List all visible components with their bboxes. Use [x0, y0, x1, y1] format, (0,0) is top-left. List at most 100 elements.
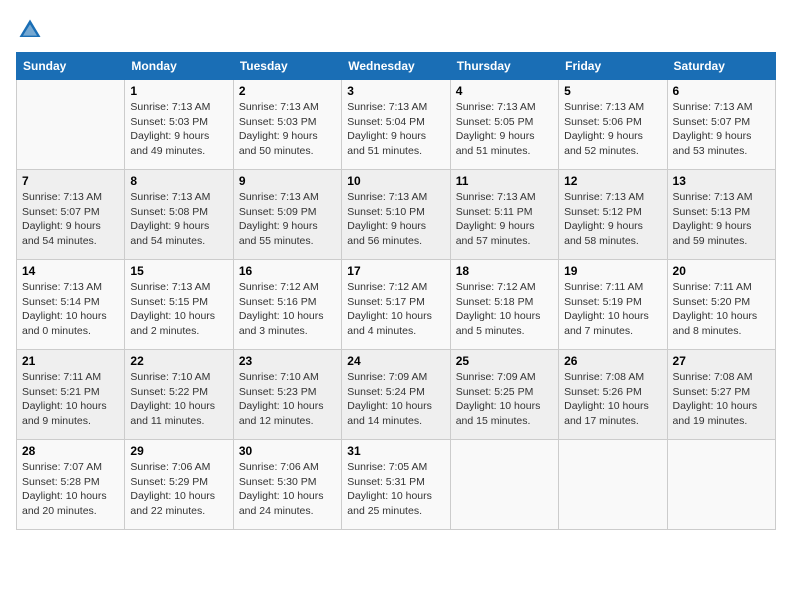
calendar-cell: 22Sunrise: 7:10 AM Sunset: 5:22 PM Dayli… [125, 350, 233, 440]
logo-icon [16, 16, 44, 44]
calendar-cell: 23 Sunrise: 7:10 AM Sunset: 5:23 PM Dayli… [233, 350, 341, 440]
calendar-cell: 13 Sunrise: 7:13 AM Sunset: 5:13 PM Dayli… [667, 170, 775, 260]
day-info: Sunrise: 7:13 AM Sunset: 5:05 PM Dayligh… [456, 100, 553, 159]
calendar-cell: 19 Sunrise: 7:11 AM Sunset: 5:19 PM Dayli… [559, 260, 667, 350]
day-number: 24 [347, 354, 444, 368]
day-number: 23 [239, 354, 336, 368]
day-info: Sunrise: 7:13 AM Sunset: 5:08 PM Dayligh… [130, 190, 227, 249]
calendar-cell [450, 440, 558, 530]
day-number: 12 [564, 174, 661, 188]
day-info: Sunrise: 7:10 AM Sunset: 5:23 PM Dayligh… [239, 370, 336, 429]
calendar-cell: 4 Sunrise: 7:13 AM Sunset: 5:05 PM Daylig… [450, 80, 558, 170]
day-info: Sunrise: 7:13 AM Sunset: 5:03 PM Dayligh… [239, 100, 336, 159]
day-number: 27 [673, 354, 770, 368]
day-info: Sunrise: 7:13 AM Sunset: 5:13 PM Dayligh… [673, 190, 770, 249]
calendar-cell: 11 Sunrise: 7:13 AM Sunset: 5:11 PM Dayli… [450, 170, 558, 260]
day-number: 10 [347, 174, 444, 188]
calendar-week-row: 28 Sunrise: 7:07 AM Sunset: 5:28 PM Dayli… [17, 440, 776, 530]
day-number: 19 [564, 264, 661, 278]
day-info: Sunrise: 7:13 AM Sunset: 5:07 PM Dayligh… [673, 100, 770, 159]
day-number: 13 [673, 174, 770, 188]
col-header-wednesday: Wednesday [342, 53, 450, 80]
day-number: 11 [456, 174, 553, 188]
day-number: 20 [673, 264, 770, 278]
day-number: 8 [130, 174, 227, 188]
col-header-monday: Monday [125, 53, 233, 80]
calendar-cell: 25 Sunrise: 7:09 AM Sunset: 5:25 PM Dayli… [450, 350, 558, 440]
calendar-table: SundayMondayTuesdayWednesdayThursdayFrid… [16, 52, 776, 530]
day-info: Sunrise: 7:12 AM Sunset: 5:16 PM Dayligh… [239, 280, 336, 339]
day-number: 30 [239, 444, 336, 458]
day-number: 22 [130, 354, 227, 368]
day-info: Sunrise: 7:11 AM Sunset: 5:20 PM Dayligh… [673, 280, 770, 339]
day-info: Sunrise: 7:13 AM Sunset: 5:07 PM Dayligh… [22, 190, 119, 249]
day-info: Sunrise: 7:13 AM Sunset: 5:11 PM Dayligh… [456, 190, 553, 249]
calendar-cell: 21Sunrise: 7:11 AM Sunset: 5:21 PM Dayli… [17, 350, 125, 440]
day-number: 1 [130, 84, 227, 98]
calendar-cell: 7Sunrise: 7:13 AM Sunset: 5:07 PM Daylig… [17, 170, 125, 260]
day-number: 29 [130, 444, 227, 458]
calendar-cell: 29 Sunrise: 7:06 AM Sunset: 5:29 PM Dayli… [125, 440, 233, 530]
calendar-cell: 12 Sunrise: 7:13 AM Sunset: 5:12 PM Dayli… [559, 170, 667, 260]
day-info: Sunrise: 7:12 AM Sunset: 5:17 PM Dayligh… [347, 280, 444, 339]
day-number: 15 [130, 264, 227, 278]
day-info: Sunrise: 7:05 AM Sunset: 5:31 PM Dayligh… [347, 460, 444, 519]
day-info: Sunrise: 7:13 AM Sunset: 5:06 PM Dayligh… [564, 100, 661, 159]
day-number: 31 [347, 444, 444, 458]
day-info: Sunrise: 7:13 AM Sunset: 5:15 PM Dayligh… [130, 280, 227, 339]
day-info: Sunrise: 7:09 AM Sunset: 5:25 PM Dayligh… [456, 370, 553, 429]
day-info: Sunrise: 7:11 AM Sunset: 5:21 PM Dayligh… [22, 370, 119, 429]
calendar-cell [17, 80, 125, 170]
logo [16, 16, 46, 44]
col-header-saturday: Saturday [667, 53, 775, 80]
calendar-cell: 26 Sunrise: 7:08 AM Sunset: 5:26 PM Dayli… [559, 350, 667, 440]
day-info: Sunrise: 7:13 AM Sunset: 5:04 PM Dayligh… [347, 100, 444, 159]
page-header [16, 16, 776, 44]
calendar-week-row: 1 Sunrise: 7:13 AM Sunset: 5:03 PM Daylig… [17, 80, 776, 170]
calendar-cell: 17Sunrise: 7:12 AM Sunset: 5:17 PM Dayli… [342, 260, 450, 350]
calendar-cell: 3 Sunrise: 7:13 AM Sunset: 5:04 PM Daylig… [342, 80, 450, 170]
day-number: 3 [347, 84, 444, 98]
day-number: 18 [456, 264, 553, 278]
col-header-thursday: Thursday [450, 53, 558, 80]
day-number: 26 [564, 354, 661, 368]
day-number: 5 [564, 84, 661, 98]
day-number: 6 [673, 84, 770, 98]
calendar-cell: 20 Sunrise: 7:11 AM Sunset: 5:20 PM Dayli… [667, 260, 775, 350]
day-info: Sunrise: 7:08 AM Sunset: 5:26 PM Dayligh… [564, 370, 661, 429]
day-info: Sunrise: 7:06 AM Sunset: 5:30 PM Dayligh… [239, 460, 336, 519]
col-header-friday: Friday [559, 53, 667, 80]
calendar-cell: 16Sunrise: 7:12 AM Sunset: 5:16 PM Dayli… [233, 260, 341, 350]
day-number: 4 [456, 84, 553, 98]
day-number: 14 [22, 264, 119, 278]
calendar-week-row: 7Sunrise: 7:13 AM Sunset: 5:07 PM Daylig… [17, 170, 776, 260]
day-info: Sunrise: 7:12 AM Sunset: 5:18 PM Dayligh… [456, 280, 553, 339]
day-info: Sunrise: 7:11 AM Sunset: 5:19 PM Dayligh… [564, 280, 661, 339]
calendar-cell: 15 Sunrise: 7:13 AM Sunset: 5:15 PM Dayli… [125, 260, 233, 350]
calendar-cell: 5 Sunrise: 7:13 AM Sunset: 5:06 PM Daylig… [559, 80, 667, 170]
col-header-sunday: Sunday [17, 53, 125, 80]
calendar-cell [559, 440, 667, 530]
day-info: Sunrise: 7:06 AM Sunset: 5:29 PM Dayligh… [130, 460, 227, 519]
day-info: Sunrise: 7:13 AM Sunset: 5:09 PM Dayligh… [239, 190, 336, 249]
day-info: Sunrise: 7:13 AM Sunset: 5:14 PM Dayligh… [22, 280, 119, 339]
day-number: 25 [456, 354, 553, 368]
day-number: 9 [239, 174, 336, 188]
calendar-cell: 31 Sunrise: 7:05 AM Sunset: 5:31 PM Dayli… [342, 440, 450, 530]
day-info: Sunrise: 7:13 AM Sunset: 5:12 PM Dayligh… [564, 190, 661, 249]
calendar-cell: 6 Sunrise: 7:13 AM Sunset: 5:07 PM Daylig… [667, 80, 775, 170]
calendar-cell: 8 Sunrise: 7:13 AM Sunset: 5:08 PM Daylig… [125, 170, 233, 260]
day-info: Sunrise: 7:13 AM Sunset: 5:03 PM Dayligh… [130, 100, 227, 159]
calendar-cell [667, 440, 775, 530]
calendar-cell: 28 Sunrise: 7:07 AM Sunset: 5:28 PM Dayli… [17, 440, 125, 530]
calendar-cell: 27Sunrise: 7:08 AM Sunset: 5:27 PM Dayli… [667, 350, 775, 440]
day-info: Sunrise: 7:09 AM Sunset: 5:24 PM Dayligh… [347, 370, 444, 429]
calendar-cell: 2Sunrise: 7:13 AM Sunset: 5:03 PM Daylig… [233, 80, 341, 170]
calendar-cell: 14 Sunrise: 7:13 AM Sunset: 5:14 PM Dayli… [17, 260, 125, 350]
calendar-header-row: SundayMondayTuesdayWednesdayThursdayFrid… [17, 53, 776, 80]
day-number: 28 [22, 444, 119, 458]
calendar-week-row: 21Sunrise: 7:11 AM Sunset: 5:21 PM Dayli… [17, 350, 776, 440]
calendar-cell: 10 Sunrise: 7:13 AM Sunset: 5:10 PM Dayli… [342, 170, 450, 260]
day-info: Sunrise: 7:07 AM Sunset: 5:28 PM Dayligh… [22, 460, 119, 519]
day-info: Sunrise: 7:13 AM Sunset: 5:10 PM Dayligh… [347, 190, 444, 249]
